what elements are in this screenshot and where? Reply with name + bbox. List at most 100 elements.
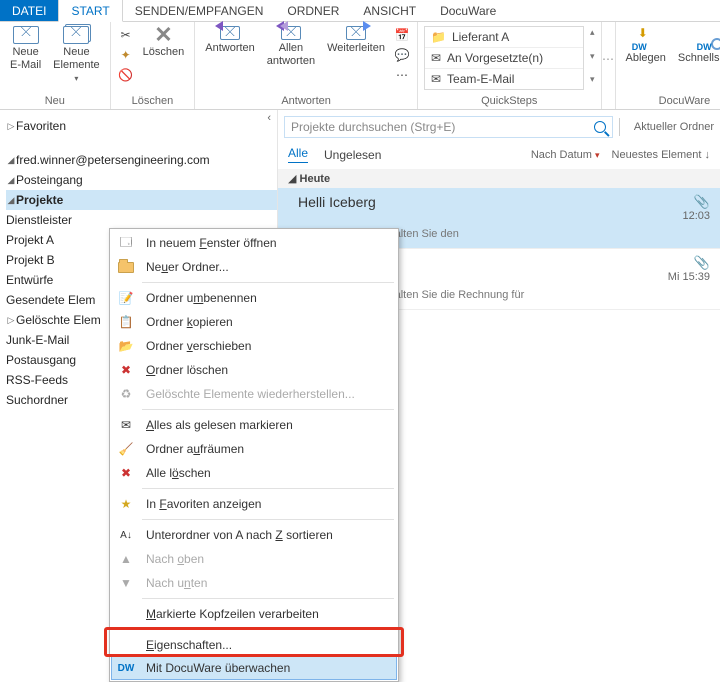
nav-label: Favoriten [16, 119, 66, 133]
ribbon-group-delete: ✂ ✦ 🚫 ✕ Löschen Löschen [111, 22, 196, 109]
forward-icon [346, 26, 366, 40]
ignore-icon[interactable]: ✂ [117, 26, 135, 44]
nav-service[interactable]: Dienstleister [6, 210, 277, 230]
ctx-properties[interactable]: Eigenschaften... [112, 633, 396, 657]
tab-folder[interactable]: ORDNER [275, 0, 351, 21]
nav-inbox[interactable]: ◢Posteingang [6, 170, 277, 190]
tab-view[interactable]: ANSICHT [351, 0, 428, 21]
search-icon [594, 121, 606, 133]
message-subject [298, 212, 710, 226]
im-icon[interactable]: 💬 [393, 46, 411, 64]
ctx-mark-all-read[interactable]: ✉Alles als gelesen markieren [112, 413, 396, 437]
quicksteps-scroll[interactable]: ▴▾▾ [588, 24, 597, 88]
docuware-search-icon: DW [697, 26, 720, 50]
meeting-icon[interactable]: 📅 [393, 26, 411, 44]
quickstep-item[interactable]: 📁Lieferant A [425, 27, 583, 47]
junk-icon[interactable]: 🚫 [117, 66, 135, 84]
ctx-move-folder[interactable]: 📂 Ordner verschieben [112, 334, 396, 358]
search-placeholder: Projekte durchsuchen (Strg+E) [291, 120, 455, 134]
nav-favorites[interactable]: ▷Favoriten [6, 116, 277, 136]
message-time: 12:03 [682, 210, 710, 222]
ctx-label: In neuem Fenster öffnen [146, 236, 277, 250]
quickstep-label: Team-E-Mail [447, 72, 514, 86]
nav-label: Gelöschte Elem [16, 313, 101, 327]
search-input[interactable]: Projekte durchsuchen (Strg+E) [284, 116, 613, 138]
ribbon-group-new: Neue E-Mail Neue Elemente ▾ Neu [0, 22, 111, 109]
ctx-open-new-window[interactable]: 🗔In neuem Fenster öffnen [112, 231, 396, 255]
ctx-label: Unterordner von A nach Z sortieren [146, 528, 333, 542]
message-time: Mi 15:39 [668, 271, 710, 283]
sort-dropdown[interactable]: Nach Datum ▾ [531, 149, 600, 161]
ctx-show-in-favorites[interactable]: ★In Favoriten anzeigen [112, 492, 396, 516]
rename-icon: 📝 [116, 289, 136, 307]
ctx-label: Ordner verschieben [146, 339, 251, 353]
mail-stack-icon [63, 26, 89, 44]
delete-mini-buttons: ✂ ✦ 🚫 [115, 24, 137, 84]
ctx-cleanup-folder[interactable]: 🧹Ordner aufräumen [112, 437, 396, 461]
folder-context-menu: 🗔In neuem Fenster öffnen Neuer Ordner...… [109, 228, 399, 682]
nav-label: Entwürfe [6, 273, 53, 287]
docuware-quicksearch-button[interactable]: DW Schnellsuche [672, 24, 720, 67]
search-scope-label: Aktueller Ordner [634, 121, 714, 133]
attachment-icon: 📎 [694, 194, 710, 209]
delete-button[interactable]: ✕ Löschen [137, 24, 191, 61]
docuware-icon: DW [116, 659, 136, 677]
nav-account[interactable]: ◢fred.winner@petersengineering.com [6, 150, 277, 170]
restore-icon: ♻ [116, 385, 136, 403]
group-label-docuware: DocuWare [620, 93, 720, 109]
ctx-new-folder[interactable]: Neuer Ordner... [112, 255, 396, 279]
group-label-delete: Löschen [115, 93, 191, 109]
move-icon: 📂 [116, 337, 136, 355]
ribbon-tabs: DATEI START SENDEN/EMPFANGEN ORDNER ANSI… [0, 0, 720, 22]
tab-docuware[interactable]: DocuWare [428, 0, 508, 21]
reply-all-label: Allen antworten [267, 42, 315, 68]
quickstep-item[interactable]: ✉Team-E-Mail [425, 68, 583, 89]
new-mail-label: Neue E-Mail [10, 46, 41, 72]
ribbon: Neue E-Mail Neue Elemente ▾ Neu ✂ ✦ 🚫 ✕ … [0, 22, 720, 110]
search-scope-dropdown[interactable]: Aktueller Ordner [634, 121, 714, 133]
filter-bar: Alle Ungelesen Nach Datum ▾ Neuestes Ele… [278, 142, 720, 169]
ctx-process-headers[interactable]: Markierte Kopfzeilen verarbeiten [112, 602, 396, 626]
forward-button[interactable]: Weiterleiten [321, 24, 391, 57]
sort-az-icon: A↓ [116, 526, 136, 544]
nav-projects[interactable]: ◢Projekte [6, 190, 277, 210]
collapse-nav-icon[interactable]: ‹ [267, 112, 271, 124]
ctx-copy-folder[interactable]: 📋Ordner kopieren [112, 310, 396, 334]
new-items-button[interactable]: Neue Elemente ▾ [47, 24, 105, 87]
folder-icon [116, 258, 136, 276]
delete-folder-icon: ✖ [116, 361, 136, 379]
nav-label: Projekte [16, 193, 63, 207]
cleanup-icon[interactable]: ✦ [117, 46, 135, 64]
nav-label: Projekt B [6, 253, 55, 267]
search-bar: Projekte durchsuchen (Strg+E) Aktueller … [284, 116, 714, 138]
ctx-delete-all[interactable]: ✖Alle löschen [112, 461, 396, 485]
ctx-sort-subfolders[interactable]: A↓ Unterordner von A nach Z sortieren [112, 523, 396, 547]
tab-start[interactable]: START [58, 0, 122, 22]
quickstep-item[interactable]: ✉An Vorgesetzte(n) [425, 47, 583, 68]
group-header-today[interactable]: ◢ Heute [278, 169, 720, 188]
ribbon-group-respond: Antworten Allen antworten Weiterleiten 📅… [195, 22, 418, 109]
mail-icon [13, 26, 39, 44]
docuware-store-button[interactable]: ⬇DW Ablegen [620, 24, 672, 67]
ctx-delete-folder[interactable]: ✖Ordner löschen [112, 358, 396, 382]
ctx-label: Nach oben [146, 552, 204, 566]
reply-all-button[interactable]: Allen antworten [261, 24, 321, 70]
reply-button[interactable]: Antworten [199, 24, 261, 57]
group-header-label: Heute [300, 173, 331, 185]
quicksteps-gallery[interactable]: 📁Lieferant A ✉An Vorgesetzte(n) ✉Team-E-… [424, 26, 584, 90]
ctx-docuware-monitor[interactable]: DWMit DocuWare überwachen [111, 656, 397, 680]
ctx-label: Alles als gelesen markieren [146, 418, 293, 432]
ctx-rename-folder[interactable]: 📝Ordner umbenennen [112, 286, 396, 310]
newest-dropdown[interactable]: Neuestes Element ↓ [612, 149, 710, 161]
filter-unread[interactable]: Ungelesen [324, 148, 381, 162]
delete-all-icon: ✖ [116, 464, 136, 482]
tab-send-receive[interactable]: SENDEN/EMPFANGEN [123, 0, 276, 21]
new-mail-button[interactable]: Neue E-Mail [4, 24, 47, 74]
more-respond-icon[interactable]: ⋯ [393, 66, 411, 84]
tab-file[interactable]: DATEI [0, 0, 58, 21]
sort-label: Nach Datum [531, 149, 592, 161]
filter-all[interactable]: Alle [288, 146, 308, 163]
ctx-move-up: ▲Nach oben [112, 547, 396, 571]
ctx-label: Ordner kopieren [146, 315, 233, 329]
ribbon-overflow[interactable]: ⋯ [602, 22, 616, 109]
